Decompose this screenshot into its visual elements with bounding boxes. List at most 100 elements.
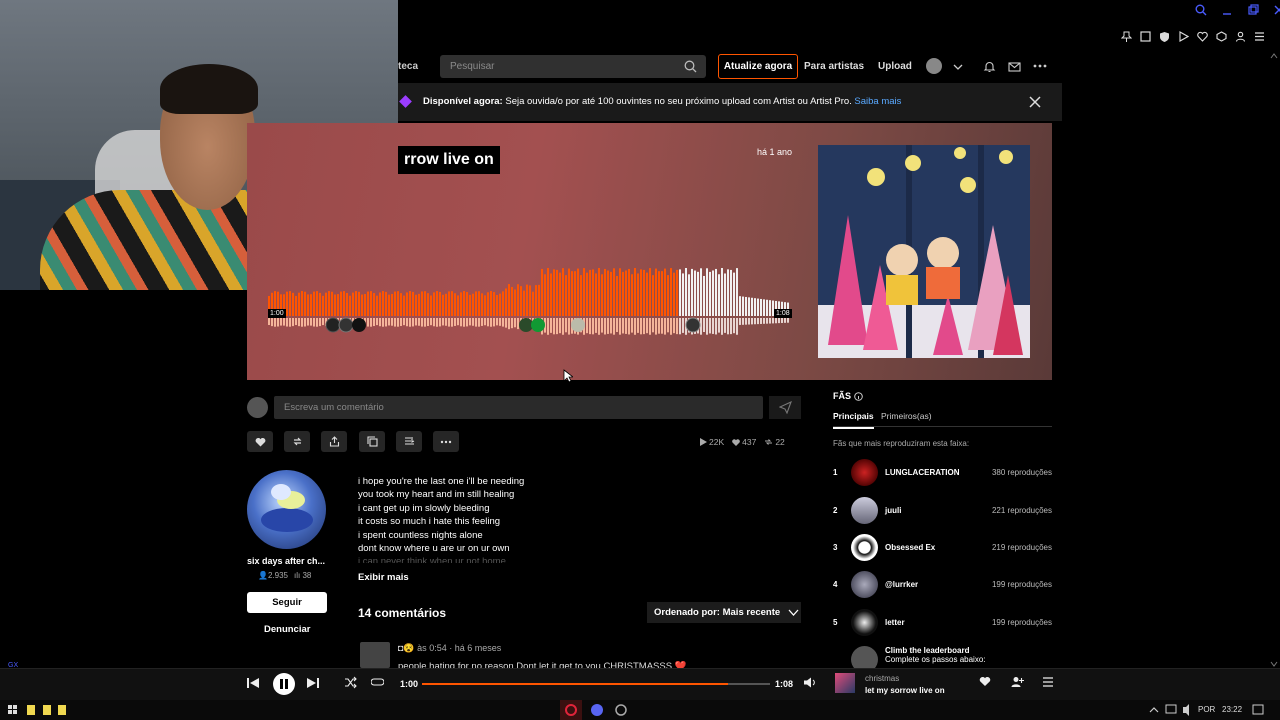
taskbar-icons — [8, 700, 1264, 720]
follow-artist-button[interactable] — [1011, 676, 1027, 692]
divider — [833, 426, 1052, 427]
nav-library[interactable]: teca — [398, 61, 418, 72]
scrollbar[interactable] — [1270, 50, 1278, 670]
now-playing-artwork[interactable] — [835, 673, 855, 693]
for-artists-link[interactable]: Para artistas — [804, 61, 864, 72]
queue-button[interactable] — [1042, 676, 1058, 692]
repost-icon — [765, 439, 773, 445]
close-icon[interactable] — [1273, 4, 1280, 20]
fan-avatar — [851, 608, 878, 636]
fan-rank: 1 — [833, 467, 838, 477]
play-icon[interactable] — [1177, 30, 1190, 43]
repost-icon — [292, 436, 303, 447]
pause-button[interactable] — [273, 673, 295, 695]
banner-text: Seja ouvida/o por até 100 ouvintes no se… — [502, 96, 855, 107]
banner-bold: Disponível agora: — [423, 96, 503, 107]
add-to-playlist-button[interactable] — [396, 431, 422, 452]
language-indicator[interactable]: POR — [1198, 705, 1215, 714]
plays-stat: 22K — [700, 437, 724, 447]
banner-learn-more-link[interactable]: Saiba mais — [854, 96, 901, 107]
browser-window-controls — [1195, 4, 1280, 20]
close-icon[interactable] — [1028, 95, 1042, 109]
mouse-cursor-icon — [563, 369, 573, 383]
user-icon[interactable] — [1234, 30, 1247, 43]
fan-row[interactable]: 2 juuli 221 reproduções — [833, 496, 1052, 524]
tab-first-fans[interactable]: Primeiros(as) — [881, 411, 932, 421]
sort-dropdown[interactable]: Ordenado por: Mais recente — [647, 602, 801, 623]
comment-input[interactable]: Escreva um comentário — [274, 396, 763, 419]
show-more-link[interactable]: Exibir mais — [358, 572, 409, 583]
track-artwork[interactable] — [818, 145, 1030, 358]
artist-name[interactable]: six days after ch... — [247, 556, 325, 566]
fan-name[interactable]: @lurrker — [885, 580, 992, 589]
fan-row[interactable]: 5 letter 199 reproduções — [833, 608, 1052, 636]
waveform-icon: ılı — [294, 571, 301, 580]
chevron-down-icon[interactable] — [951, 60, 965, 74]
fan-plays: 199 reproduções — [991, 617, 1052, 627]
share-button[interactable] — [321, 431, 347, 452]
windows-start-icon — [8, 705, 17, 714]
fan-name[interactable]: juuli — [885, 506, 992, 515]
fan-name[interactable]: Obsessed Ex — [885, 543, 992, 552]
followers-stat[interactable]: 👤2.935 — [258, 571, 288, 580]
more-icon — [440, 440, 452, 444]
previous-button[interactable] — [246, 676, 262, 692]
fan-row[interactable]: 1 LUNGLACERATION 380 reproduções — [833, 458, 1052, 486]
waveform-time-end: 1:08 — [774, 309, 792, 318]
search-icon[interactable] — [1195, 4, 1207, 20]
copy-link-button[interactable] — [359, 431, 385, 452]
repost-button[interactable] — [284, 431, 310, 452]
fan-row[interactable]: 4 @lurrker 199 reproduções — [833, 570, 1052, 598]
search-input[interactable]: Pesquisar — [440, 55, 706, 78]
follow-button[interactable]: Seguir — [247, 592, 327, 613]
comment-timestamp[interactable]: 0:54 — [429, 643, 447, 653]
send-icon — [778, 401, 792, 414]
more-icon[interactable] — [1032, 59, 1048, 73]
now-playing-artist[interactable]: christmas — [865, 674, 899, 683]
shield-icon[interactable] — [1158, 30, 1171, 43]
comment-user[interactable]: ◘😵 — [398, 643, 415, 653]
minimize-icon[interactable] — [1221, 4, 1233, 20]
send-comment-button[interactable] — [769, 396, 801, 419]
progress-bar[interactable] — [422, 683, 770, 685]
bell-icon[interactable] — [982, 59, 996, 73]
lyric-line: i hope you're the last one i'll be needi… — [358, 476, 525, 487]
mail-icon[interactable] — [1007, 59, 1021, 73]
user-avatar[interactable] — [926, 58, 942, 74]
search-icon[interactable] — [683, 59, 697, 73]
fan-rank: 3 — [833, 542, 838, 552]
maximize-icon[interactable] — [1247, 4, 1259, 20]
fan-row[interactable]: 3 Obsessed Ex 219 reproduções — [833, 533, 1052, 561]
heart-icon[interactable] — [1196, 30, 1209, 43]
tracks-stat[interactable]: ılı 38 — [294, 571, 311, 580]
repeat-button[interactable] — [371, 676, 387, 692]
upgrade-button[interactable]: Atualize agora — [718, 54, 798, 79]
share-icon — [329, 436, 340, 447]
now-playing-title[interactable]: let my sorrow live on — [865, 686, 945, 695]
next-button[interactable] — [306, 676, 322, 692]
artist-avatar[interactable] — [247, 470, 326, 549]
fan-name[interactable]: LUNGLACERATION — [885, 468, 992, 477]
fan-name[interactable]: letter — [885, 618, 992, 627]
clock[interactable]: 23:22 — [1222, 705, 1242, 714]
lyric-line: i spent countless nights alone — [358, 529, 483, 541]
info-icon[interactable] — [854, 391, 863, 401]
upload-link[interactable]: Upload — [878, 61, 912, 72]
volume-button[interactable] — [803, 676, 819, 692]
cube-icon[interactable] — [1215, 30, 1228, 43]
more-actions-button[interactable] — [433, 431, 459, 452]
reposts-stat: 22 — [764, 437, 785, 447]
skip-forward-icon — [306, 676, 322, 690]
like-current-button[interactable] — [979, 676, 995, 692]
snapshot-icon[interactable] — [1139, 30, 1152, 43]
volume-icon — [803, 676, 819, 689]
menu-icon[interactable] — [1253, 30, 1266, 43]
report-button[interactable]: Denunciar — [264, 624, 310, 635]
heart-icon — [732, 438, 740, 446]
like-button[interactable] — [247, 431, 273, 452]
comment-avatar[interactable] — [360, 642, 390, 668]
waveform[interactable] — [268, 268, 792, 338]
pin-icon[interactable] — [1120, 30, 1133, 43]
leaderboard-prompt[interactable]: Climb the leaderboard Complete os passos… — [851, 646, 1051, 673]
shuffle-button[interactable] — [344, 676, 360, 692]
